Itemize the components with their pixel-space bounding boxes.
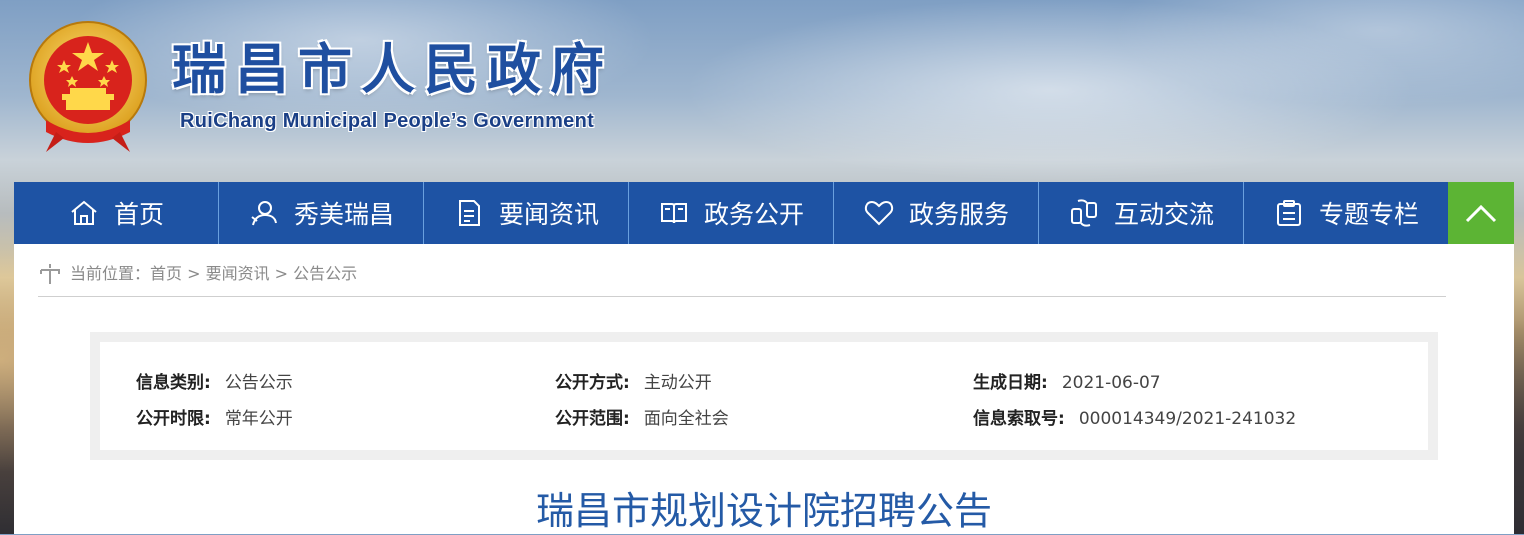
clipboard-icon — [1276, 200, 1301, 226]
breadcrumb-text: 当前位置：首页 > 要闻资讯 > 公告公示 — [70, 264, 358, 283]
nav-item-label: 专题专栏 — [1318, 200, 1419, 229]
national-emblem-icon — [29, 21, 147, 152]
meta-value: 公告公示 — [224, 373, 293, 393]
meta-value: 面向全社会 — [643, 409, 729, 429]
meta-period: 公开时限: 常年公开 — [136, 404, 293, 429]
meta-category: 信息类别: 公告公示 — [136, 368, 293, 393]
site-subtitle: RuiChang Municipal People’s Government — [180, 110, 595, 132]
nav-item-home[interactable]: 首页 — [14, 182, 219, 244]
heart-icon — [864, 200, 894, 226]
meta-index-number: 信息索取号: 000014349/2021-241032 — [973, 404, 1296, 429]
meta-value: 主动公开 — [643, 373, 712, 393]
location-icon — [40, 264, 60, 284]
book-icon — [660, 203, 687, 224]
meta-disclosure-method: 公开方式: 主动公开 — [555, 368, 712, 393]
nav-item-label: 互动交流 — [1113, 200, 1214, 229]
meta-date: 生成日期: 2021-06-07 — [973, 368, 1161, 393]
nav-item-special-topics[interactable]: 专题专栏 — [1244, 182, 1448, 244]
person-icon — [251, 201, 277, 226]
meta-value: 000014349/2021-241032 — [1078, 409, 1297, 429]
content-panel: 当前位置：首页 > 要闻资讯 > 公告公示 信息类别: 公告公示 公开方式: 主动公… — [14, 244, 1514, 534]
article-title: 瑞昌市规划设计院招聘公告 — [535, 489, 992, 533]
nav-item-label: 政务公开 — [703, 200, 804, 229]
nav-item-label: 要闻资讯 — [498, 200, 599, 229]
nav-item-label: 政务服务 — [908, 200, 1009, 229]
meta-value: 2021-06-07 — [1061, 373, 1161, 393]
nav-item-label: 秀美瑞昌 — [293, 200, 394, 229]
meta-label: 信息索取号: — [973, 409, 1065, 429]
meta-label: 生成日期: — [973, 373, 1048, 393]
meta-label: 公开时限: — [136, 409, 211, 429]
info-metadata-box: 信息类别: 公告公示 公开方式: 主动公开 生成日期: 2021-06-07 公开时限… — [90, 332, 1438, 460]
main-nav: 首页 秀美瑞昌 要闻资讯 政务公开 政务服务 互动交流 专题专栏 — [14, 182, 1448, 244]
meta-label: 信息类别: — [136, 373, 211, 393]
meta-scope: 公开范围: 面向全社会 — [555, 404, 729, 429]
home-icon — [71, 200, 97, 225]
nav-item-beautiful-ruichang[interactable]: 秀美瑞昌 — [219, 182, 424, 244]
nav-item-services[interactable]: 政务服务 — [834, 182, 1039, 244]
breadcrumb: 当前位置：首页 > 要闻资讯 > 公告公示 — [38, 262, 1446, 297]
nav-item-interaction[interactable]: 互动交流 — [1039, 182, 1244, 244]
meta-label: 公开范围: — [555, 409, 630, 429]
meta-value: 常年公开 — [224, 409, 293, 429]
exchange-icon — [1070, 199, 1097, 227]
nav-item-label: 首页 — [113, 200, 164, 229]
document-icon — [458, 200, 480, 226]
meta-label: 公开方式: — [555, 373, 630, 393]
scroll-to-top-button[interactable] — [1448, 182, 1514, 244]
site-title: 瑞昌市人民政府 — [172, 38, 613, 101]
nav-item-news[interactable]: 要闻资讯 — [424, 182, 629, 244]
nav-item-government-affairs[interactable]: 政务公开 — [629, 182, 834, 244]
chevron-up-icon — [1465, 204, 1497, 223]
